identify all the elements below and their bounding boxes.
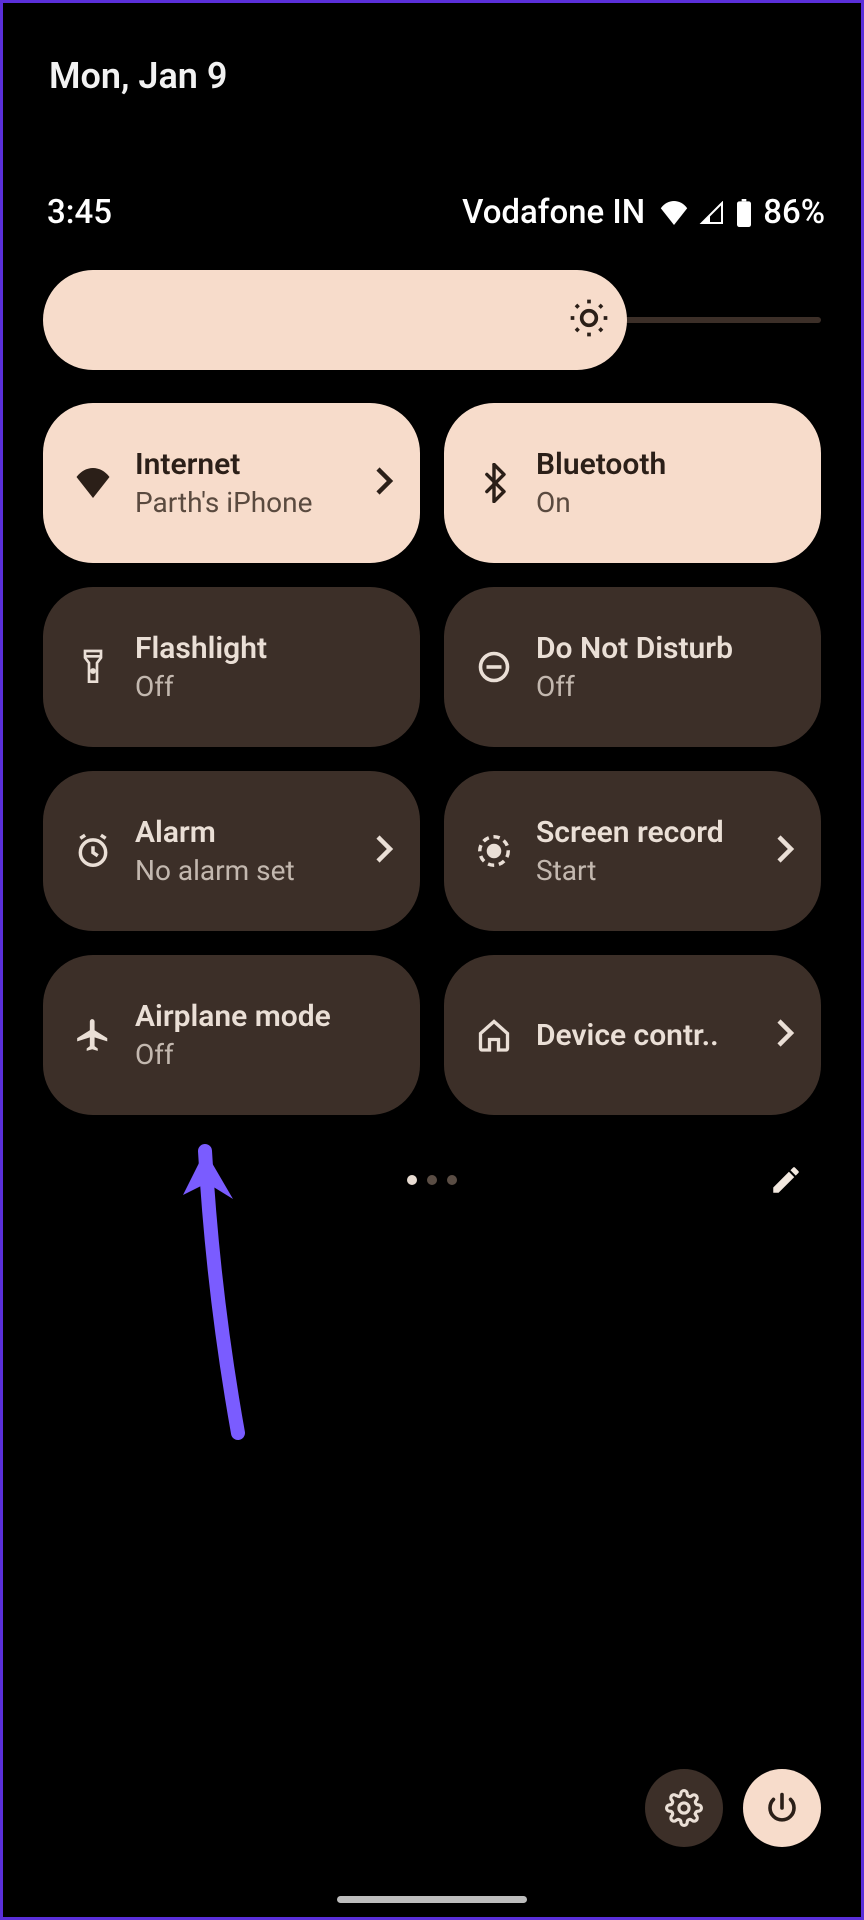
page-dot [407,1175,417,1185]
page-indicator [407,1175,457,1185]
wifi-icon [659,201,689,225]
tile-title: Flashlight [135,631,394,666]
tile-subtitle: Off [135,670,394,703]
tile-title: Do Not Disturb [536,631,795,666]
tile-subtitle: Parth's iPhone [135,486,352,519]
chevron-right-icon [374,466,394,500]
gesture-nav-handle[interactable] [337,1896,527,1903]
status-bar: 3:45 Vodafone IN 86% [3,193,861,232]
tile-flashlight[interactable]: Flashlight Off [43,587,420,747]
chevron-right-icon [775,1018,795,1052]
tile-subtitle: Off [536,670,795,703]
settings-button[interactable] [645,1769,723,1847]
tile-title: Airplane mode [135,999,394,1034]
pager-row [3,1155,861,1205]
battery-percent: 86% [763,193,825,232]
power-button[interactable] [743,1769,821,1847]
battery-icon [735,199,753,227]
tile-subtitle: No alarm set [135,854,352,887]
tile-alarm[interactable]: Alarm No alarm set [43,771,420,931]
home-icon [474,1017,514,1053]
page-dot [447,1175,457,1185]
page-dot [427,1175,437,1185]
carrier-label: Vodafone IN [462,193,645,232]
screen-record-icon [474,832,514,870]
status-time: 3:45 [47,193,112,232]
tile-subtitle: Off [135,1038,394,1071]
wifi-icon [73,468,113,498]
signal-icon [699,201,725,225]
edit-tiles-button[interactable] [761,1155,811,1205]
chevron-right-icon [374,834,394,868]
status-right: Vodafone IN 86% [462,193,825,232]
chevron-right-icon [775,834,795,868]
quick-tiles-grid: Internet Parth's iPhone Bluetooth On Fla… [43,403,821,1115]
brightness-slider[interactable] [43,270,821,370]
tile-subtitle: Start [536,854,753,887]
tile-bluetooth[interactable]: Bluetooth On [444,403,821,563]
tile-screen-record[interactable]: Screen record Start [444,771,821,931]
brightness-fill [43,270,627,370]
tile-device-controls[interactable]: Device contr.. [444,955,821,1115]
tile-title: Internet [135,447,352,482]
tile-dnd[interactable]: Do Not Disturb Off [444,587,821,747]
tile-title: Screen record [536,815,753,850]
tile-title: Alarm [135,815,352,850]
tile-subtitle: On [536,486,795,519]
tile-title: Bluetooth [536,447,795,482]
flashlight-icon [73,647,113,687]
tile-title: Device contr.. [536,1018,753,1053]
tile-internet[interactable]: Internet Parth's iPhone [43,403,420,563]
date-label: Mon, Jan 9 [49,55,227,97]
brightness-icon [567,296,611,344]
dnd-icon [474,649,514,685]
bluetooth-icon [474,463,514,503]
airplane-icon [73,1016,113,1054]
tile-airplane-mode[interactable]: Airplane mode Off [43,955,420,1115]
bottom-actions [645,1769,821,1847]
alarm-icon [73,832,113,870]
